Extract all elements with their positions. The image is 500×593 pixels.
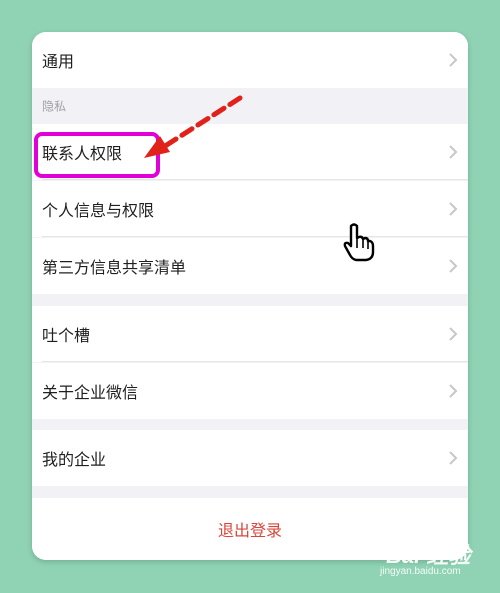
- chevron-right-icon: [449, 145, 458, 159]
- divider: [42, 361, 468, 362]
- settings-item-feedback[interactable]: 吐个槽: [32, 306, 468, 362]
- settings-item-label: 通用: [42, 52, 75, 71]
- chevron-right-icon: [449, 53, 458, 67]
- logout-button[interactable]: 退出登录: [32, 498, 468, 560]
- divider: [42, 236, 468, 237]
- chevron-right-icon: [449, 384, 458, 398]
- settings-item-label: 我的企业: [42, 450, 107, 469]
- chevron-right-icon: [449, 259, 458, 273]
- settings-item-personal-info[interactable]: 个人信息与权限: [32, 181, 468, 237]
- settings-item-label: 第三方信息共享清单: [42, 258, 187, 277]
- settings-item-about[interactable]: 关于企业微信: [32, 363, 468, 419]
- settings-item-label: 个人信息与权限: [42, 201, 155, 220]
- section-header-privacy: 隐私: [32, 88, 468, 124]
- settings-card: 通用 隐私 联系人权限 个人信息与权限 第三方信息共享清单 吐个槽 关于企业微信…: [32, 32, 468, 560]
- settings-item-contact-permission[interactable]: 联系人权限: [32, 124, 468, 180]
- settings-item-general[interactable]: 通用: [32, 32, 468, 88]
- settings-item-label: 联系人权限: [42, 144, 123, 163]
- settings-item-my-enterprise[interactable]: 我的企业: [32, 430, 468, 486]
- chevron-right-icon: [449, 327, 458, 341]
- settings-item-label: 吐个槽: [42, 326, 91, 345]
- chevron-right-icon: [449, 202, 458, 216]
- chevron-right-icon: [449, 451, 458, 465]
- settings-item-label: 关于企业微信: [42, 383, 139, 402]
- divider: [42, 179, 468, 180]
- logout-label: 退出登录: [217, 521, 282, 540]
- watermark-url: jingyan.baidu.com: [380, 566, 461, 577]
- section-header-label: 隐私: [42, 99, 67, 114]
- settings-item-third-party-share[interactable]: 第三方信息共享清单: [32, 238, 468, 294]
